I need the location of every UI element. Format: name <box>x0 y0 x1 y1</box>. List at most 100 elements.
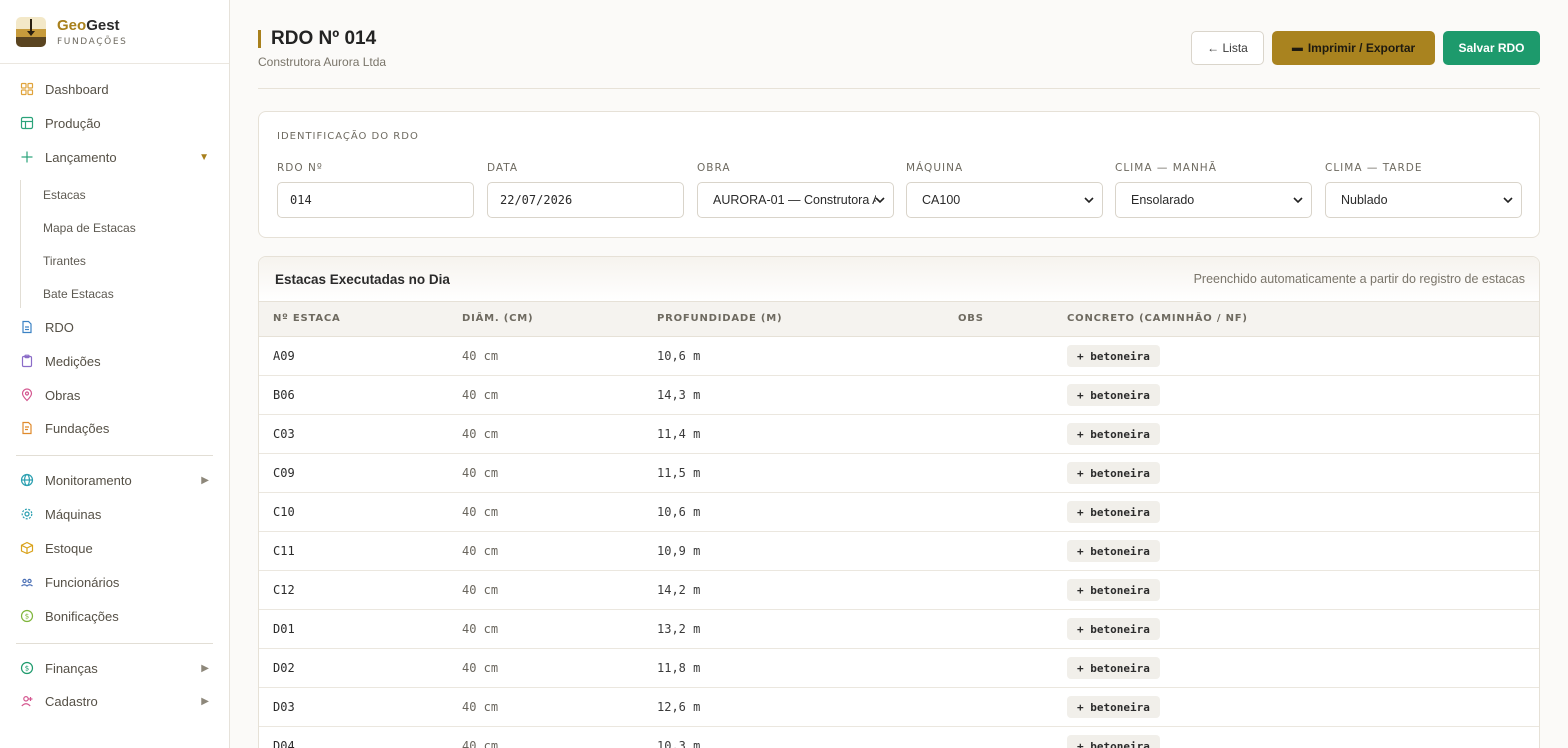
pile-code: D01 <box>273 622 295 636</box>
sidebar-item-dashboard[interactable]: Dashboard <box>0 74 229 104</box>
box-icon <box>20 541 34 555</box>
field-label: CLIMA — MANHÃ <box>1115 162 1217 174</box>
print-export-button[interactable]: ▬ Imprimir / Exportar <box>1272 31 1435 65</box>
add-concrete-truck-button[interactable]: + betoneira <box>1067 540 1160 562</box>
rdo-identification-card: IDENTIFICAÇÃO DO RDO RDO Nº 014 DATA 22/… <box>258 111 1540 238</box>
rdo-number-input[interactable]: 014 <box>277 182 474 218</box>
sidebar-item-label: Bonificações <box>45 608 119 624</box>
submenu-item[interactable]: Bate Estacas <box>20 280 229 308</box>
pile-diameter: 40 cm <box>462 466 499 480</box>
add-concrete-truck-button[interactable]: + betoneira <box>1067 735 1160 748</box>
pile-code: D03 <box>273 700 295 714</box>
column-header: Nº ESTACA <box>273 313 341 324</box>
add-concrete-truck-button[interactable]: + betoneira <box>1067 657 1160 679</box>
sidebar-item-label: Lançamento <box>45 149 117 165</box>
column-header: OBS <box>958 313 984 324</box>
date-input[interactable]: 22/07/2026 <box>487 182 684 218</box>
add-concrete-truck-button[interactable]: + betoneira <box>1067 462 1160 484</box>
submenu-item[interactable]: Tirantes <box>20 247 229 275</box>
sidebar-divider <box>16 455 213 456</box>
card-header: Estacas Executadas no Dia Preenchido aut… <box>259 257 1539 302</box>
logo-icon <box>16 16 46 47</box>
sidebar-item-medicoes[interactable]: Medições <box>0 346 229 376</box>
pile-code: D04 <box>273 739 295 748</box>
add-concrete-truck-button[interactable]: + betoneira <box>1067 501 1160 523</box>
add-concrete-truck-button[interactable]: + betoneira <box>1067 618 1160 640</box>
sidebar-item-cadastro[interactable]: Cadastro ▶ <box>0 686 229 716</box>
pile-depth: 11,8 m <box>657 661 701 675</box>
sidebar-item-label: Medições <box>45 353 101 369</box>
sidebar-item-fundacoes[interactable]: Fundações <box>0 413 229 443</box>
caret-right-icon: ▶ <box>201 695 209 707</box>
pile-diameter: 40 cm <box>462 583 499 597</box>
table-row: C03 40 cm 11,4 m + betoneira <box>259 415 1539 454</box>
submenu-item[interactable]: Estacas <box>20 181 229 209</box>
column-header: DIÂM. (CM) <box>462 313 534 324</box>
sidebar-item-estoque[interactable]: Estoque <box>0 533 229 563</box>
clima-tarde-field: CLIMA — TARDE Nublado <box>1325 162 1522 218</box>
table-row: D01 40 cm 13,2 m + betoneira <box>259 610 1539 649</box>
sidebar-item-bonificacoes[interactable]: $ Bonificações <box>0 601 229 631</box>
sidebar-item-label: Funcionários <box>45 574 120 590</box>
table-row: C10 40 cm 10,6 m + betoneira <box>259 493 1539 532</box>
sidebar-item-rdo[interactable]: RDO <box>0 312 229 342</box>
add-concrete-truck-button[interactable]: + betoneira <box>1067 423 1160 445</box>
brand-name: GeoGest <box>57 16 120 34</box>
sidebar-item-monitoramento[interactable]: Monitoramento ▶ <box>0 465 229 495</box>
caret-down-icon: ▼ <box>199 151 209 163</box>
table-row: D03 40 cm 12,6 m + betoneira <box>259 688 1539 727</box>
page-title: RDO Nº 014 <box>271 28 377 49</box>
pile-diameter: 40 cm <box>462 661 499 675</box>
table-header: Nº ESTACA DIÂM. (CM) PROFUNDIDADE (M) OB… <box>259 302 1539 337</box>
brand[interactable]: GeoGest FUNDAÇÕES <box>0 0 229 64</box>
sidebar-item-maquinas[interactable]: Máquinas <box>0 499 229 529</box>
sidebar-item-label: Finanças <box>45 660 98 676</box>
svg-text:$: $ <box>25 665 29 673</box>
sidebar-item-producao[interactable]: Produção <box>0 108 229 138</box>
field-label: CLIMA — TARDE <box>1325 162 1423 174</box>
pile-diameter: 40 cm <box>462 427 499 441</box>
chevron-down-icon <box>1293 197 1303 204</box>
page-subtitle: Construtora Aurora Ltda <box>258 55 387 69</box>
pile-depth: 11,4 m <box>657 427 701 441</box>
pile-code: C11 <box>273 544 295 558</box>
maquina-select[interactable]: CA100 <box>906 182 1103 218</box>
submenu-item[interactable]: Mapa de Estacas <box>20 214 229 242</box>
save-rdo-button[interactable]: Salvar RDO <box>1443 31 1540 65</box>
executed-piles-card: Estacas Executadas no Dia Preenchido aut… <box>258 256 1540 748</box>
file-icon <box>20 421 34 435</box>
clima-manha-select[interactable]: Ensolarado <box>1115 182 1312 218</box>
clipboard-icon <box>20 354 34 368</box>
user-add-icon <box>20 694 34 708</box>
sidebar-item-financas[interactable]: $ Finanças ▶ <box>0 653 229 683</box>
add-concrete-truck-button[interactable]: + betoneira <box>1067 345 1160 367</box>
table-row: C12 40 cm 14,2 m + betoneira <box>259 571 1539 610</box>
sidebar-item-funcionarios[interactable]: Funcionários <box>0 567 229 597</box>
sidebar-item-obras[interactable]: Obras <box>0 380 229 410</box>
pile-depth: 14,2 m <box>657 583 701 597</box>
table-icon <box>20 116 34 130</box>
header-divider <box>258 88 1540 89</box>
obra-select[interactable]: AURORA-01 — Construtora Aurora Ltda <box>697 182 894 218</box>
card-note: Preenchido automaticamente a partir do r… <box>1193 272 1525 286</box>
users-icon <box>20 575 34 589</box>
sidebar-item-lancamento[interactable]: Lançamento ▼ <box>0 142 229 172</box>
title-accent-bar <box>258 30 261 48</box>
table-row: A09 40 cm 10,6 m + betoneira <box>259 337 1539 376</box>
pile-diameter: 40 cm <box>462 739 499 748</box>
sidebar-item-label: Cadastro <box>45 693 98 709</box>
clima-manha-field: CLIMA — MANHÃ Ensolarado <box>1115 162 1312 218</box>
add-concrete-truck-button[interactable]: + betoneira <box>1067 579 1160 601</box>
sidebar-item-label: RDO <box>45 319 74 335</box>
pile-depth: 11,5 m <box>657 466 701 480</box>
pile-code: C03 <box>273 427 295 441</box>
add-concrete-truck-button[interactable]: + betoneira <box>1067 696 1160 718</box>
caret-right-icon: ▶ <box>201 662 209 674</box>
clima-tarde-select[interactable]: Nublado <box>1325 182 1522 218</box>
back-to-list-button[interactable]: ← Lista <box>1191 31 1264 65</box>
printer-icon: ▬ <box>1291 42 1303 54</box>
chevron-down-icon <box>1084 197 1094 204</box>
obra-field: OBRA AURORA-01 — Construtora Aurora Ltda <box>697 162 894 218</box>
pile-code: B06 <box>273 388 295 402</box>
add-concrete-truck-button[interactable]: + betoneira <box>1067 384 1160 406</box>
